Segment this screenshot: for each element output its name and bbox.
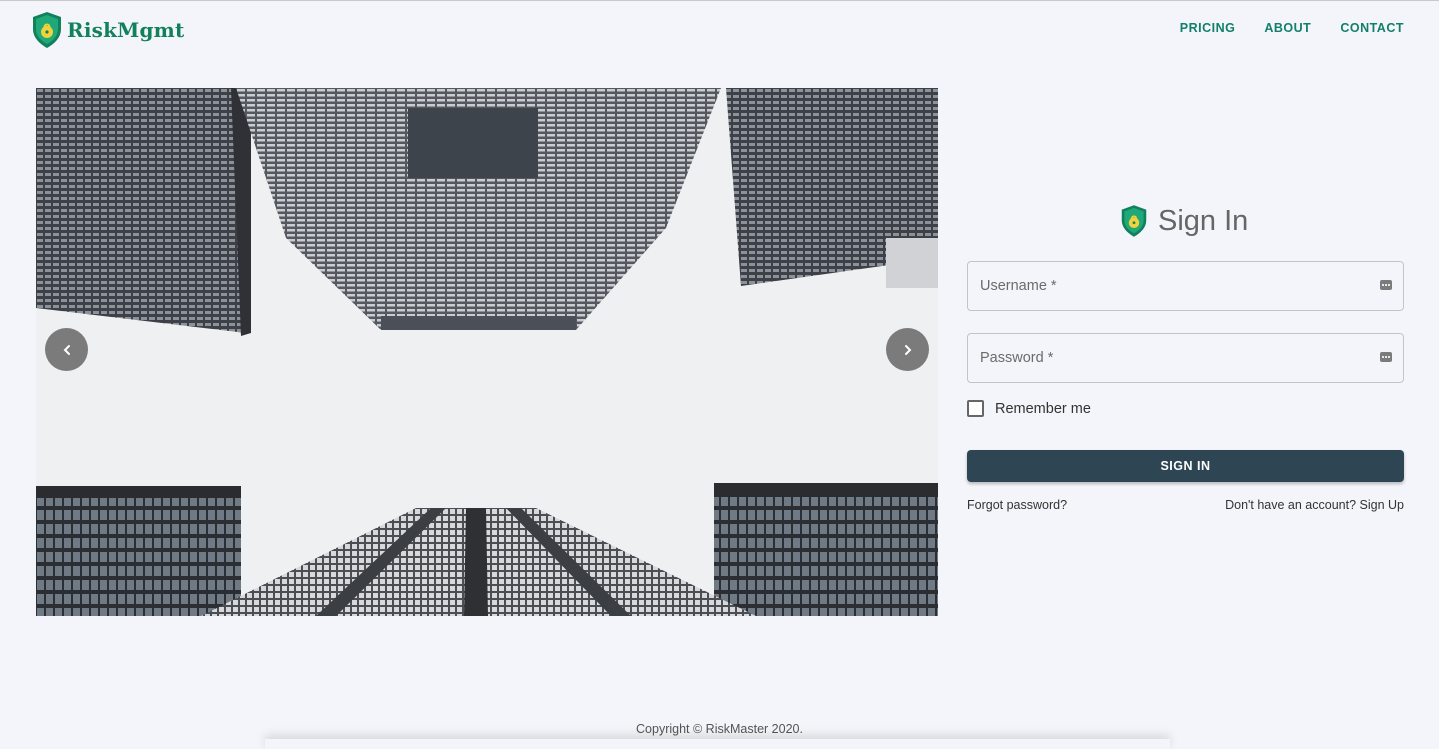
forgot-password-link[interactable]: Forgot password? [967,498,1067,512]
carousel-prev-button[interactable] [45,328,88,371]
remember-label: Remember me [995,400,1091,417]
username-field[interactable]: Username * [967,261,1404,311]
brand-logo[interactable]: RiskMgmt [31,11,184,49]
chevron-right-icon [904,344,911,355]
chevron-left-icon [63,344,70,355]
remember-me[interactable]: Remember me [967,400,1091,417]
password-field[interactable]: Password * [967,333,1404,383]
brand-name: RiskMgmt [67,18,185,42]
footer-bar [265,739,1170,749]
nav-about[interactable]: ABOUT [1264,21,1311,35]
image-carousel [36,88,938,616]
top-navbar: RiskMgmt PRICING ABOUT CONTACT [0,1,1439,59]
carousel-next-button[interactable] [886,328,929,371]
main-nav: PRICING ABOUT CONTACT [1180,21,1404,35]
nav-contact[interactable]: CONTACT [1340,21,1404,35]
page-title: Sign In [1158,204,1249,237]
remember-checkbox[interactable] [967,400,984,417]
signin-heading: Sign In [1120,203,1248,239]
username-label: Username * [980,278,1057,294]
password-manager-icon[interactable] [1380,280,1392,290]
password-manager-icon[interactable] [1380,352,1392,362]
password-label: Password * [980,350,1054,366]
skyscrapers-photo [36,88,938,616]
shield-lock-icon [1121,205,1147,237]
sign-in-button[interactable]: SIGN IN [967,450,1404,482]
copyright-text: Copyright © RiskMaster 2020. [636,722,803,736]
sign-up-link[interactable]: Don't have an account? Sign Up [1225,498,1404,512]
nav-pricing[interactable]: PRICING [1180,21,1236,35]
shield-lock-icon [33,12,61,48]
